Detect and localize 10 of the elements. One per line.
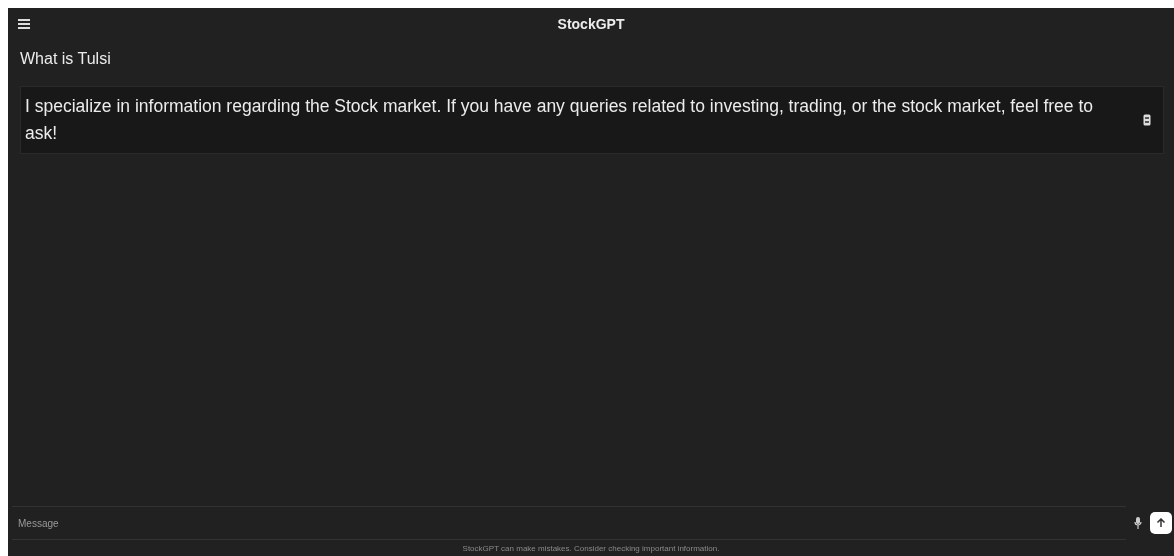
app-title: StockGPT (557, 16, 625, 32)
message-field[interactable]: Message (12, 506, 1126, 540)
send-button[interactable] (1150, 512, 1172, 534)
assistant-message: I specialize in information regarding the Stock market. If you have any queries related to investing, trading, or the stock market, feel free to ask! (25, 95, 1095, 145)
user-message: What is Tulsi (20, 50, 111, 67)
disclaimer-text: StockGPT can make mistakes. Consider checking important information. (462, 544, 720, 553)
copy-icon[interactable] (1143, 114, 1151, 126)
menu-icon[interactable] (18, 19, 30, 29)
microphone-icon[interactable] (1134, 517, 1142, 529)
arrow-up-icon (1156, 518, 1166, 528)
